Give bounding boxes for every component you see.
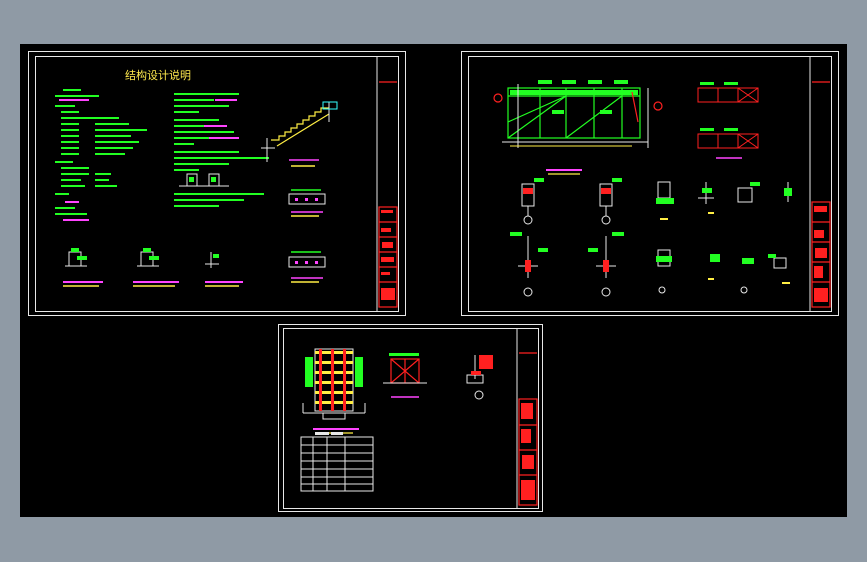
drawing-viewport[interactable]: 结构设计说明 xyxy=(20,44,847,517)
design-notes-drawing xyxy=(55,56,398,312)
sheet-frame-details[interactable] xyxy=(461,51,839,316)
frame-details-drawing xyxy=(493,56,831,312)
sheet-design-notes[interactable]: 结构设计说明 xyxy=(28,51,406,316)
stair-detail xyxy=(271,107,330,147)
sheet-foundation-details[interactable] xyxy=(278,324,543,512)
foundation-details-drawing xyxy=(300,328,538,509)
